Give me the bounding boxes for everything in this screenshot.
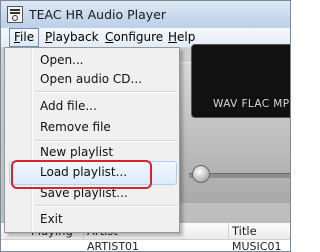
- menu-separator: [35, 91, 177, 93]
- format-label: WAV FLAC MP: [213, 98, 290, 110]
- menu-file[interactable]: File: [9, 28, 40, 47]
- menu-playback[interactable]: Playback: [41, 28, 103, 47]
- app-window: TEAC HR Audio Player File Playback Confi…: [0, 0, 291, 252]
- title-bar[interactable]: TEAC HR Audio Player: [1, 1, 290, 28]
- column-title[interactable]: Title: [232, 224, 257, 238]
- playlist-row[interactable]: ARTIST01 MUSIC01: [1, 240, 290, 252]
- menu-item-new-playlist[interactable]: New playlist: [40, 145, 113, 159]
- menu-item-open-audio-cd[interactable]: Open audio CD...: [40, 72, 142, 86]
- cell-artist: ARTIST01: [87, 240, 140, 252]
- menu-separator: [35, 205, 177, 207]
- menu-item-add-file[interactable]: Add file...: [40, 99, 97, 113]
- cell-title: MUSIC01: [232, 240, 282, 252]
- menu-configure[interactable]: Configure: [101, 28, 167, 47]
- menu-item-open[interactable]: Open...: [40, 53, 84, 67]
- menu-item-exit[interactable]: Exit: [40, 212, 63, 226]
- menu-separator: [35, 140, 177, 142]
- window-title: TEAC HR Audio Player: [29, 7, 167, 22]
- app-icon: [7, 6, 23, 23]
- callout-highlight-box: [11, 160, 152, 189]
- column-divider[interactable]: [228, 223, 229, 239]
- seek-slider-knob[interactable]: [192, 165, 210, 183]
- menu-icon-gutter: [31, 50, 33, 230]
- menu-item-remove-file[interactable]: Remove file: [40, 120, 111, 134]
- file-menu-dropdown: Open... Open audio CD... Add file... Rem…: [4, 47, 180, 233]
